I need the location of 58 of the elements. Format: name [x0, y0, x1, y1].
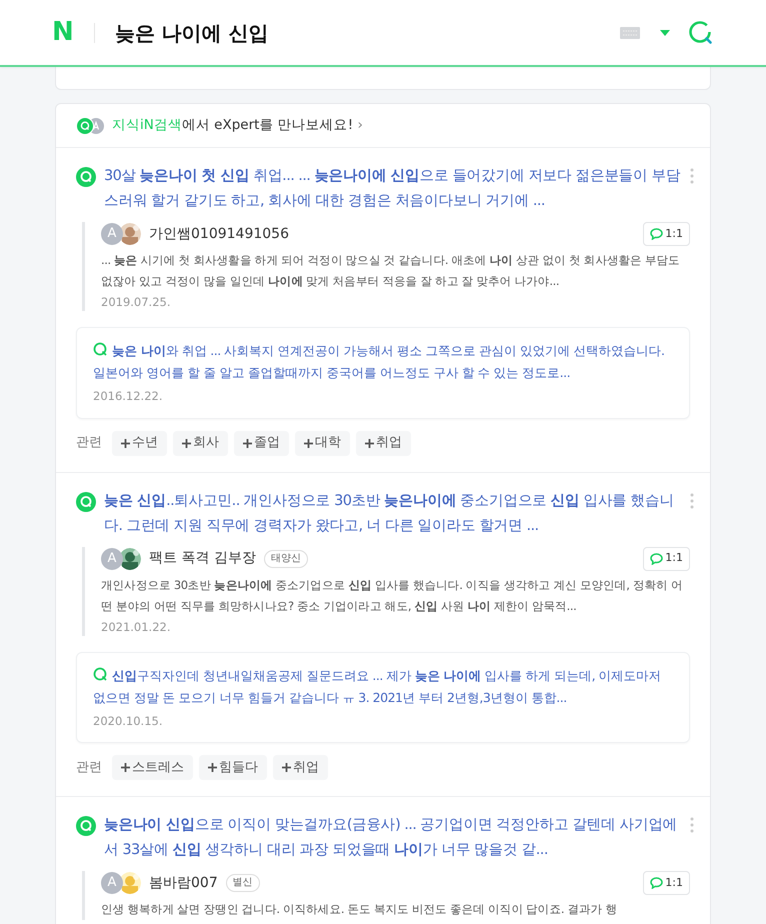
keyword-tag[interactable]: 대학	[295, 430, 350, 456]
search-query[interactable]: 늦은 나이에 신입	[114, 18, 620, 48]
chat-button[interactable]: 1:1	[643, 222, 690, 246]
question-date: 2016.12.22.	[93, 388, 164, 406]
plus-icon	[304, 438, 313, 448]
more-icon[interactable]	[690, 492, 694, 508]
keyword-tag[interactable]: 스트레스	[112, 755, 193, 780]
avatar-letter: A	[101, 872, 123, 894]
question-icon	[76, 492, 96, 512]
chat-button[interactable]: 1:1	[643, 871, 690, 895]
answer-date: 2021.01.22.	[101, 618, 172, 636]
rank-badge: 별신	[226, 874, 260, 892]
question-icon	[93, 342, 108, 358]
plus-icon	[243, 438, 252, 448]
avatar-letter: A	[101, 548, 123, 570]
caret-icon[interactable]	[660, 30, 670, 36]
plus-icon	[282, 763, 291, 772]
plus-icon	[121, 438, 130, 448]
related-question-link[interactable]: 늦은 나이와 취업 ... 사회복지 연계전공이 가능해서 평소 그쪽으로 관심이 있었기에 선택하였습니다. 일본어와 영어를 할 줄 알고 졸업할때까지 중국어를 어느정도 구사 할 수 있는 정도로...	[93, 340, 673, 384]
keyword-tag[interactable]: 수년	[112, 430, 167, 456]
chat-button[interactable]: 1:1	[643, 546, 690, 570]
answerer-name[interactable]: 팩트 폭격 김부장	[149, 548, 256, 569]
question-icon	[93, 666, 108, 682]
answer-snippet: 인생 행복하게 살면 장땡인 겁니다. 이직하세요. 돈도 복지도 비전도 좋은데 이직이 답이죠. 결과가 행	[101, 901, 618, 918]
avatar-letter: A	[101, 223, 123, 245]
question-title-link[interactable]: 늦은나이 신입으로 이직이 맞는걸까요(금융사) ... 공기업이면 걱정안하고 갈텐데 사기업에서 33살에 신입 생각하니 대리 과장 되었을때 나이가 너무 많을것 같...	[104, 813, 682, 863]
question-icon	[76, 167, 96, 187]
more-icon[interactable]	[690, 168, 694, 184]
expert-banner-link[interactable]: 지식iN검색 에서 eXpert를 만나보세요! ›	[112, 115, 363, 136]
answer-snippet: ... 늦은 시기에 첫 회사생활을 하게 되어 걱정이 많으실 것 같습니다. 애초에 나이 상관 없이 첫 회사생활은 부담도 없잖아 있고 걱정이 많을 일인데 나이에 맞게 처음부터 적응을 잘 하고 잘 맞추어 나가야...	[101, 252, 681, 290]
answer-snippet: 개인사정으로 30초반 늦은나이에 중소기업으로 신입 입사를 했습니다. 이직을 생각하고 계신 모양인데, 정확히 어떤 분야의 어떤 직무를 희망하시나요? 중소 기업이라고 해도, 신입 사원 나이 제한이 암묵적...	[101, 576, 684, 614]
keyboard-icon[interactable]	[620, 26, 640, 38]
search-icon[interactable]	[688, 20, 714, 46]
chat-icon	[650, 228, 664, 240]
question-icon	[76, 816, 96, 836]
question-title-link[interactable]: 30살 늦은나이 첫 신입 취업... ... 늦은나이에 신입으로 들어갔기에 저보다 젊은분들이 부담스러워 할거 같기도 하고, 회사에 대한 경험은 처음이다보니 거기에 ...	[104, 164, 682, 214]
keyword-tag[interactable]: 취업	[356, 430, 411, 456]
qa-icon	[76, 116, 106, 134]
more-icon[interactable]	[690, 817, 694, 833]
answer-date: 2019.07.25.	[101, 294, 172, 311]
related-question-link[interactable]: 신입구직자인데 청년내일채움공제 질문드려요 ... 제가 늦은 나이에 입사를 하게 되는데, 이제도마저 없으면 정말 돈 모으기 너무 힘들거 같습니다 ㅠ 3. 2021년 부터 2년형,3년형이 통합...	[93, 664, 673, 709]
answerer-name[interactable]: 가인쌤01091491056	[149, 224, 289, 244]
question-title-link[interactable]: 늦은 신입..퇴사고민.. 개인사정으로 30초반 늦은나이에 중소기업으로 신입 입사를 했습니다. 그런데 지원 직무에 경력자가 왔다고, 너 다른 일이라도 할거면 ...	[104, 488, 682, 538]
plus-icon	[208, 763, 217, 772]
question-date: 2020.10.15.	[93, 712, 164, 730]
plus-icon	[182, 438, 191, 448]
plus-icon	[121, 763, 130, 772]
keyword-tag[interactable]: 회사	[173, 430, 228, 456]
keyword-tag[interactable]: 힘들다	[199, 755, 267, 780]
keyword-tag[interactable]: 취업	[273, 755, 328, 780]
related-label: 관련	[76, 758, 102, 777]
keyword-tag[interactable]: 졸업	[234, 430, 289, 456]
plus-icon	[365, 438, 374, 448]
chat-icon	[650, 877, 664, 889]
answerer-name[interactable]: 봄바람007	[149, 872, 218, 894]
chat-icon	[650, 552, 664, 564]
rank-badge: 태양신	[264, 550, 308, 568]
related-label: 관련	[76, 434, 102, 452]
